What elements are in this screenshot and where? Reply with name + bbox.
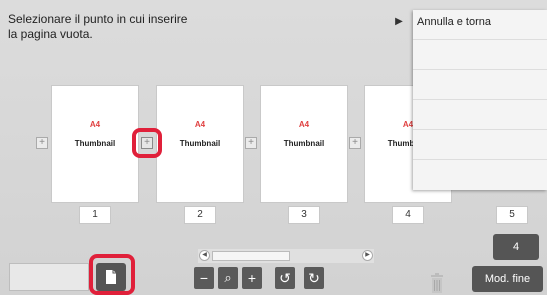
zoom-in-button[interactable]: + <box>242 267 262 289</box>
insert-before-page-1-button[interactable]: + <box>36 137 48 149</box>
page-count-button[interactable]: 4 <box>493 234 539 260</box>
page-size-label: A4 <box>298 120 310 129</box>
page-thumbnail-3[interactable]: A4 Thumbnail <box>261 86 347 202</box>
page-number-3: 3 <box>288 206 320 224</box>
scrollbar-thumb[interactable] <box>212 251 290 261</box>
highlight-ring <box>132 128 162 158</box>
rotate-left-button[interactable]: ↺ <box>275 267 295 289</box>
thumbnail-label: Thumbnail <box>74 139 116 148</box>
menu-item-empty[interactable] <box>413 160 547 190</box>
zoom-reset-button[interactable]: ⌕ <box>218 267 238 289</box>
page-number-4: 4 <box>392 206 424 224</box>
cancel-and-return-item[interactable]: Annulla e torna <box>413 10 547 40</box>
screen: Selezionare il punto in cui inserire la … <box>0 0 547 295</box>
insert-after-page-3-button[interactable]: + <box>349 137 361 149</box>
rotate-right-button[interactable]: ↻ <box>304 267 324 289</box>
thumbnail-label: Thumbnail <box>179 139 221 148</box>
highlight-ring <box>89 254 135 295</box>
page-size-label: A4 <box>89 120 101 129</box>
scroll-left-icon[interactable]: ◀ <box>199 250 210 261</box>
page-size-label: A4 <box>194 120 206 129</box>
action-menu: Annulla e torna <box>413 10 547 190</box>
menu-item-empty[interactable] <box>413 100 547 130</box>
trash-icon[interactable] <box>430 273 444 293</box>
blank-page-field <box>9 263 89 291</box>
instruction-text: Selezionare il punto in cui inserire la … <box>8 12 188 41</box>
scroll-right-icon[interactable]: ▶ <box>362 250 373 261</box>
mod-fine-button[interactable]: Mod. fine <box>472 266 543 292</box>
menu-item-empty[interactable] <box>413 130 547 160</box>
page-number-1: 1 <box>79 206 111 224</box>
menu-toggle-icon[interactable]: ▶ <box>388 12 410 32</box>
page-number-5: 5 <box>496 206 528 224</box>
page-number-2: 2 <box>184 206 216 224</box>
thumbnail-label: Thumbnail <box>283 139 325 148</box>
menu-item-empty[interactable] <box>413 40 547 70</box>
page-thumbnail-2[interactable]: A4 Thumbnail <box>157 86 243 202</box>
page-thumbnail-1[interactable]: A4 Thumbnail <box>52 86 138 202</box>
zoom-out-button[interactable]: − <box>194 267 214 289</box>
menu-item-empty[interactable] <box>413 70 547 100</box>
insert-after-page-2-button[interactable]: + <box>245 137 257 149</box>
